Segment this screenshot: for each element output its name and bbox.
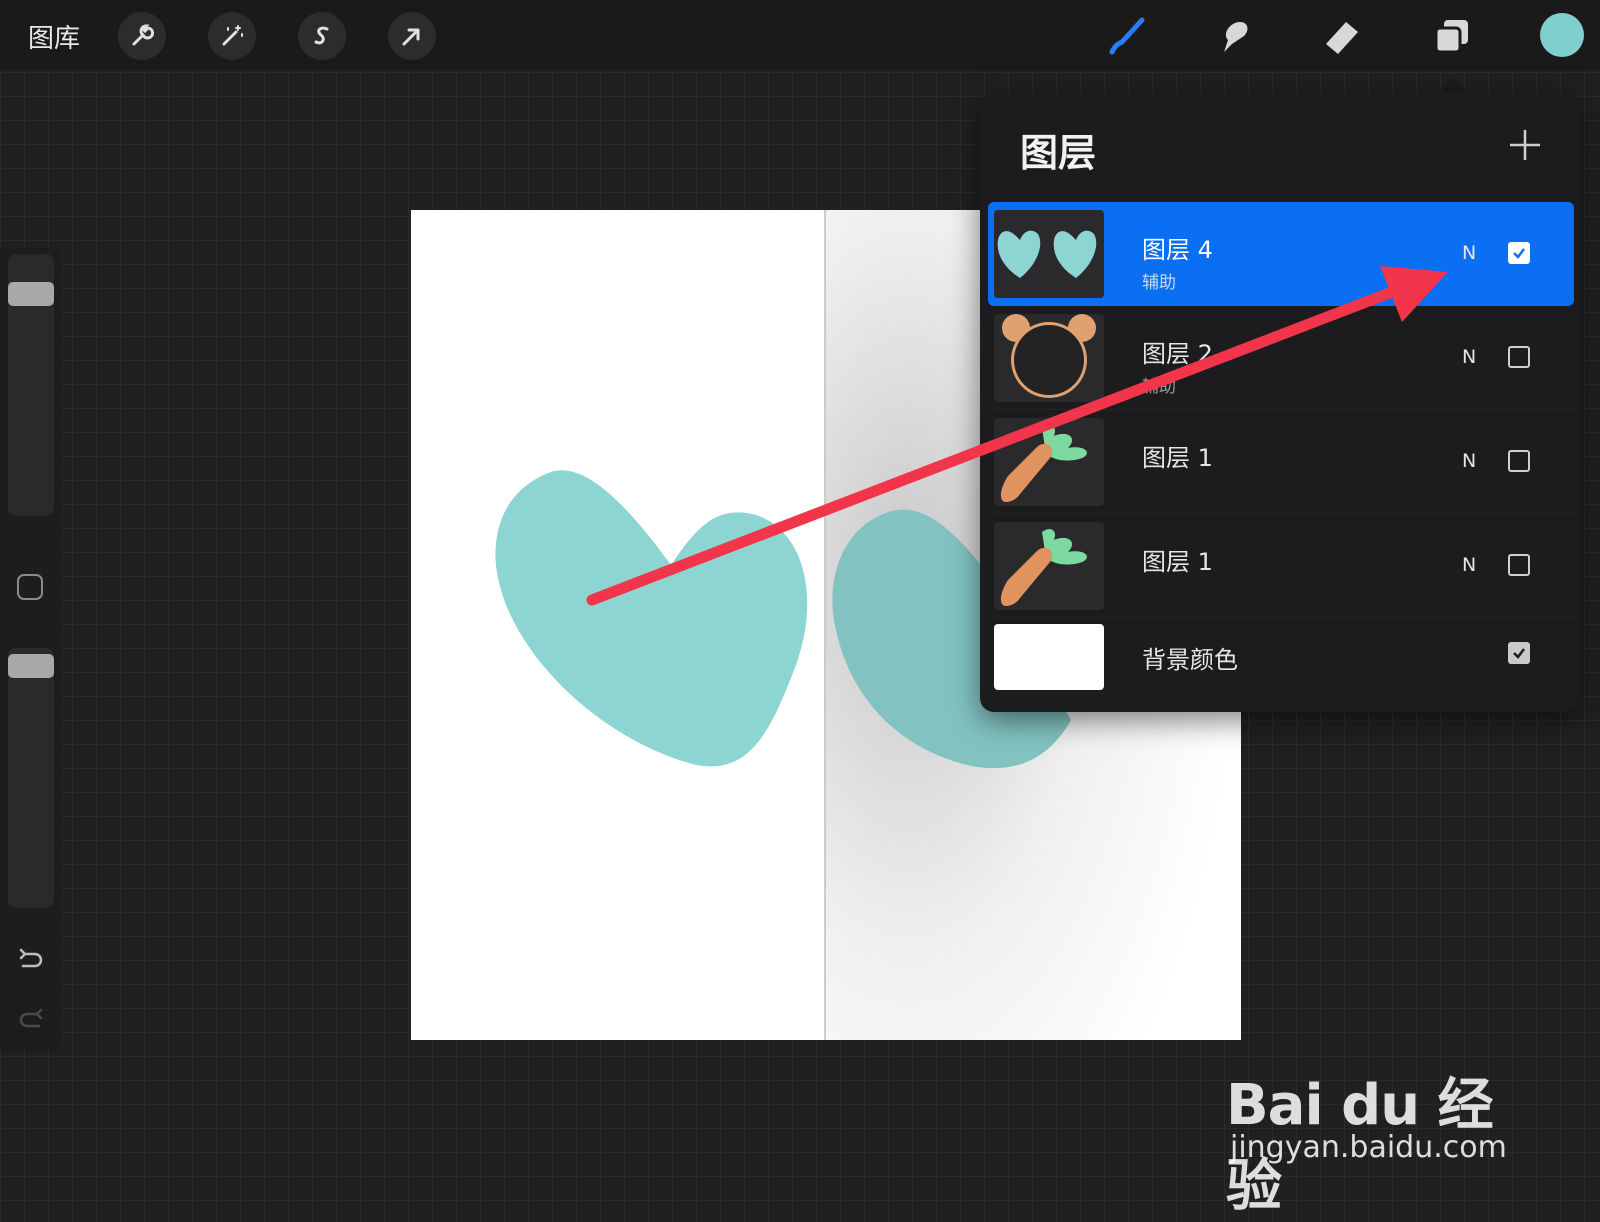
- gallery-button[interactable]: 图库: [28, 18, 80, 55]
- heart-shape-left: [495, 470, 808, 767]
- layer-row[interactable]: 图层 1 N: [988, 514, 1574, 618]
- checkmark-icon: [1513, 648, 1525, 659]
- brush-size-thumb[interactable]: [8, 282, 54, 306]
- eraser-icon[interactable]: [1320, 14, 1364, 58]
- layer-row[interactable]: 图层 2 辅助 N: [988, 306, 1574, 410]
- opacity-thumb[interactable]: [8, 654, 54, 678]
- layer-name: 图层 1: [1142, 548, 1213, 576]
- layer-thumbnail: [994, 210, 1104, 298]
- blend-mode-button[interactable]: N: [1462, 242, 1476, 264]
- undo-icon[interactable]: [15, 944, 47, 976]
- layer-name: 图层 4: [1142, 236, 1213, 264]
- magic-wand-icon[interactable]: [208, 12, 256, 60]
- background-swatch: [994, 624, 1104, 690]
- layers-panel: 图层 图层 4 辅助 N 图层 2 辅助 N 图层 1 N 图层 1 N 背景颜…: [980, 92, 1580, 712]
- layer-thumbnail: [994, 522, 1104, 610]
- brush-size-slider[interactable]: [8, 254, 54, 516]
- modify-button[interactable]: [17, 574, 43, 600]
- blend-mode-button[interactable]: N: [1462, 346, 1476, 368]
- layer-thumbnail: [994, 418, 1104, 506]
- color-picker-button[interactable]: [1540, 13, 1584, 57]
- checkmark-icon: [1513, 248, 1525, 259]
- brush-icon[interactable]: [1104, 14, 1148, 58]
- layer-name: 背景颜色: [1142, 646, 1238, 674]
- visibility-checkbox[interactable]: [1508, 450, 1530, 472]
- layers-icon[interactable]: [1430, 14, 1474, 58]
- layer-name: 图层 2: [1142, 340, 1213, 368]
- opacity-slider[interactable]: [8, 648, 54, 908]
- top-toolbar: 图库: [0, 0, 1600, 70]
- smudge-icon[interactable]: [1212, 14, 1256, 58]
- layer-thumbnail: [994, 314, 1104, 402]
- blend-mode-button[interactable]: N: [1462, 450, 1476, 472]
- wrench-icon[interactable]: [118, 12, 166, 60]
- layer-row[interactable]: 图层 1 N: [988, 410, 1574, 514]
- selection-s-icon[interactable]: [298, 12, 346, 60]
- redo-icon[interactable]: [15, 1004, 47, 1036]
- blend-mode-button[interactable]: N: [1462, 554, 1476, 576]
- transform-arrow-icon[interactable]: [388, 12, 436, 60]
- baidu-watermark: Bai du 经验 jingyan.baidu.com: [1226, 1030, 1526, 1219]
- layer-subtitle: 辅助: [1142, 377, 1176, 397]
- watermark-url: jingyan.baidu.com: [1230, 1130, 1507, 1165]
- layer-row[interactable]: 图层 4 辅助 N: [988, 202, 1574, 306]
- layer-subtitle: 辅助: [1142, 273, 1176, 293]
- visibility-checkbox[interactable]: [1508, 242, 1530, 264]
- layer-name: 图层 1: [1142, 444, 1213, 472]
- panel-title: 图层: [1020, 131, 1097, 175]
- background-color-row[interactable]: 背景颜色: [988, 618, 1574, 706]
- visibility-checkbox[interactable]: [1508, 642, 1530, 664]
- left-sidebar: [0, 248, 62, 1050]
- visibility-checkbox[interactable]: [1508, 346, 1530, 368]
- add-layer-icon[interactable]: [1508, 128, 1542, 162]
- visibility-checkbox[interactable]: [1508, 554, 1530, 576]
